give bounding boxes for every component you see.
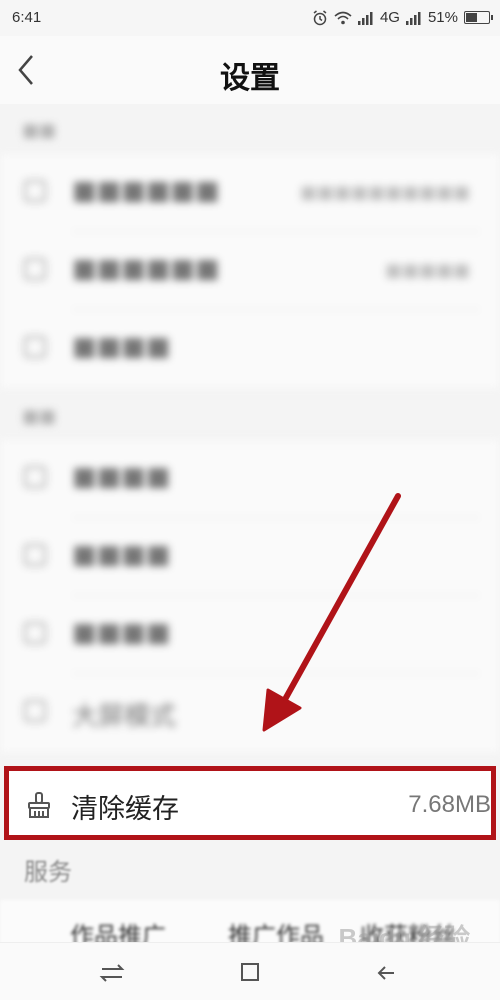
- clear-cache-row[interactable]: 清除缓存 7.68MB: [4, 766, 496, 840]
- square-icon: [241, 963, 259, 981]
- services-section-label: 服务: [24, 858, 72, 886]
- row-icon: [24, 336, 46, 358]
- signal-icon-2: [405, 11, 421, 25]
- alarm-icon: [313, 9, 327, 25]
- row-icon: [24, 622, 46, 644]
- status-bar: 6:41 4G 51%: [0, 0, 500, 36]
- settings-row-large-screen[interactable]: 大屏模式: [0, 674, 500, 752]
- row-icon: [24, 544, 46, 566]
- header: 设置: [0, 36, 500, 104]
- battery-fill: [466, 13, 477, 22]
- battery-percent: 51%: [427, 9, 458, 26]
- page-title: 设置: [220, 61, 280, 96]
- chevron-left-icon: [18, 55, 33, 85]
- settings-row[interactable]: ■■■■: [0, 518, 500, 596]
- wifi-icon: [334, 11, 352, 24]
- row-icon: [24, 258, 46, 280]
- settings-row[interactable]: ■■■■: [0, 440, 500, 518]
- settings-row[interactable]: ■■■■■■ ■■■■■: [0, 232, 500, 310]
- row-icon: [24, 180, 46, 202]
- row-label-blurred: ■■■■: [72, 332, 171, 362]
- row-value-blurred: ■■■■■: [384, 260, 470, 281]
- row-value-blurred: ■■■■■■■■■■: [299, 182, 470, 203]
- status-time: 6:41: [12, 9, 42, 26]
- back-icon: [377, 966, 394, 980]
- recent-apps-button[interactable]: [94, 955, 130, 991]
- settings-row[interactable]: ■■■■: [0, 310, 500, 388]
- row-label-blurred: ■■■■■■: [72, 254, 220, 284]
- status-icons: 4G 51%: [312, 9, 493, 26]
- swap-icon: [99, 964, 125, 982]
- row-label-blurred: ■■■■: [72, 462, 171, 492]
- blurred-settings: ■■ ■■■■■■ ■■■■■■■■■■ ■■■■■■ ■■■■■ ■■■■ ■…: [0, 104, 500, 764]
- row-icon: [24, 466, 46, 488]
- row-label-blurred: ■■■■: [72, 618, 171, 648]
- section-label-blurred: ■■: [22, 406, 57, 427]
- row-label-blurred: ■■■■: [72, 540, 171, 570]
- section-label-blurred: ■■: [22, 120, 57, 141]
- row-label-large-screen: 大屏模式: [72, 702, 177, 732]
- row-icon: [24, 700, 46, 722]
- signal-icon: [357, 11, 373, 25]
- broom-icon: [28, 792, 50, 818]
- clear-cache-label: 清除缓存: [71, 794, 179, 825]
- cache-size-value: 7.68MB: [408, 791, 491, 818]
- network-type: 4G: [379, 9, 400, 26]
- home-button[interactable]: [232, 955, 268, 991]
- navigation-bar: [0, 942, 500, 1000]
- back-button[interactable]: [10, 48, 50, 92]
- settings-row[interactable]: ■■■■: [0, 596, 500, 674]
- nav-back-button[interactable]: [370, 955, 406, 991]
- battery-icon: [464, 11, 493, 24]
- settings-row[interactable]: ■■■■■■ ■■■■■■■■■■: [0, 154, 500, 232]
- row-label-blurred: ■■■■■■: [72, 176, 220, 206]
